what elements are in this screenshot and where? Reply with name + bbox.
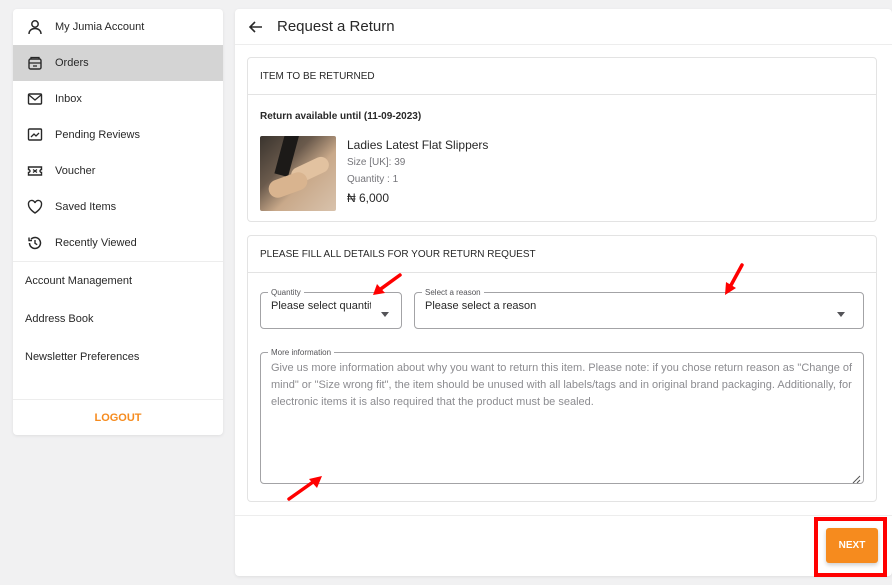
item-card-heading: ITEM TO BE RETURNED: [248, 58, 876, 95]
quantity-legend: Quantity: [271, 288, 301, 297]
sidebar-item-orders[interactable]: Orders: [13, 45, 223, 81]
next-button-highlight: [814, 517, 887, 577]
sidebar-item-pending-reviews[interactable]: Pending Reviews: [13, 117, 223, 153]
review-icon: [26, 126, 44, 144]
sidebar-item-label: Saved Items: [55, 201, 117, 213]
annotation-arrow-icon: [725, 263, 744, 295]
more-information-legend: More information: [271, 348, 332, 357]
chevron-down-icon: [381, 312, 389, 317]
voucher-icon: [26, 162, 44, 180]
product-name: Ladies Latest Flat Slippers: [347, 138, 489, 152]
account-sidebar: My Jumia Account Orders Inbox Pending Re…: [13, 9, 223, 435]
sidebar-item-inbox[interactable]: Inbox: [13, 81, 223, 117]
orders-icon: [26, 54, 44, 72]
sidebar-item-label: Orders: [55, 57, 89, 69]
quantity-select-value: Please select quantity: [271, 300, 371, 312]
sidebar-item-label: Voucher: [55, 165, 96, 177]
sidebar-item-voucher[interactable]: Voucher: [13, 153, 223, 189]
sidebar-item-label: My Jumia Account: [55, 21, 145, 33]
sidebar-item-label: Inbox: [55, 93, 82, 105]
heart-icon: [26, 198, 44, 216]
product-price: ₦ 6,000: [347, 191, 390, 205]
user-icon: [26, 18, 44, 36]
annotation-arrow-icon: [287, 476, 322, 501]
sidebar-link-address-book[interactable]: Address Book: [13, 300, 223, 338]
sidebar-item-my-account[interactable]: My Jumia Account: [13, 9, 223, 45]
reason-select-value: Please select a reason: [425, 300, 537, 312]
product-quantity: Quantity : 1: [347, 174, 399, 185]
page-title: Request a Return: [277, 18, 395, 35]
sidebar-item-saved-items[interactable]: Saved Items: [13, 189, 223, 225]
return-request-panel: Request a Return ITEM TO BE RETURNED Ret…: [235, 9, 892, 576]
more-information-textarea[interactable]: More information Give us more informatio…: [260, 348, 864, 484]
more-information-placeholder: Give us more information about why you w…: [271, 362, 853, 408]
product-image: [260, 136, 336, 211]
back-arrow-icon[interactable]: [248, 19, 264, 35]
page-header: Request a Return: [235, 9, 892, 45]
history-icon: [26, 234, 44, 252]
details-card-heading: PLEASE FILL ALL DETAILS FOR YOUR RETURN …: [248, 236, 876, 273]
sidebar-item-label: Recently Viewed: [55, 237, 137, 249]
reason-select[interactable]: Select a reason Please select a reason: [414, 288, 864, 329]
return-details-card: PLEASE FILL ALL DETAILS FOR YOUR RETURN …: [247, 235, 877, 502]
annotation-arrow-icon: [373, 273, 402, 295]
item-to-return-card: ITEM TO BE RETURNED Return available unt…: [247, 57, 877, 222]
resize-handle-icon[interactable]: [851, 471, 861, 484]
sidebar-link-account-management[interactable]: Account Management: [13, 262, 223, 300]
reason-legend: Select a reason: [425, 288, 481, 297]
chevron-down-icon: [837, 312, 845, 317]
footer-divider: [235, 515, 892, 516]
logout-button[interactable]: LOGOUT: [13, 399, 223, 435]
sidebar-item-recently-viewed[interactable]: Recently Viewed: [13, 225, 223, 261]
product-size: Size [UK]: 39: [347, 157, 406, 168]
sidebar-item-label: Pending Reviews: [55, 129, 140, 141]
mail-icon: [26, 90, 44, 108]
sidebar-link-newsletter-preferences[interactable]: Newsletter Preferences: [13, 338, 223, 376]
return-availability: Return available until (11-09-2023): [260, 111, 422, 122]
